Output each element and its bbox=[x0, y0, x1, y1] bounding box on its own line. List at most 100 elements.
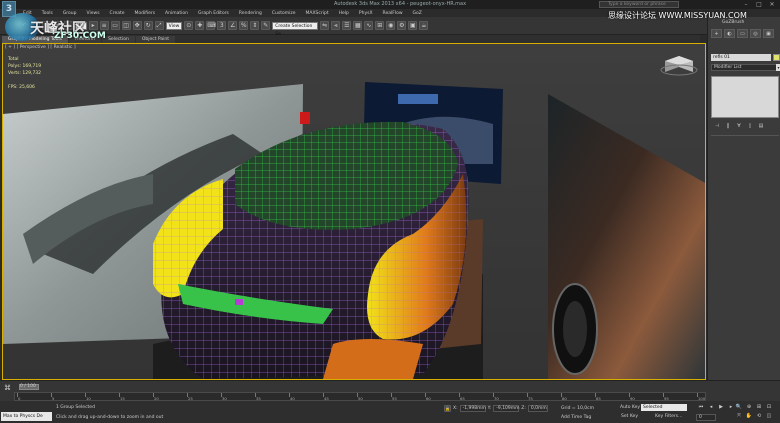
coordinate-display: 🔒 X: -1,998mm Y: -9,109mm Z: 0,0mm bbox=[444, 405, 548, 412]
rect-selection-icon[interactable]: ▭ bbox=[110, 21, 120, 30]
set-key-button[interactable]: Set Key bbox=[621, 414, 638, 419]
remove-modifier-icon[interactable]: ▯ bbox=[746, 123, 754, 130]
scene-render bbox=[3, 44, 705, 379]
reference-coord-dropdown[interactable]: View bbox=[165, 21, 183, 30]
menu-help[interactable]: Help bbox=[334, 11, 354, 16]
motion-tab-icon[interactable]: ◎ bbox=[750, 29, 761, 38]
pan-icon[interactable]: ✋ bbox=[745, 413, 753, 420]
play-icon[interactable]: ▶ bbox=[717, 404, 725, 411]
menu-views[interactable]: Views bbox=[82, 11, 105, 16]
menu-rendering[interactable]: Rendering bbox=[234, 11, 267, 16]
rotate-icon[interactable]: ↻ bbox=[143, 21, 153, 30]
keyboard-shortcut-icon[interactable]: ⌨ bbox=[206, 21, 216, 30]
zoom-icon[interactable]: 🔍 bbox=[735, 404, 743, 411]
schematic-view-icon[interactable]: ⊞ bbox=[375, 21, 385, 30]
track-bar[interactable]: 0 5 10 15 20 25 30 35 40 45 50 55 60 65 70 75 80 85 90 95 10… bbox=[14, 392, 706, 401]
next-frame-icon[interactable]: ▸ bbox=[727, 404, 735, 411]
field-of-view-icon[interactable]: ⤧ bbox=[735, 413, 743, 420]
menu-customize[interactable]: Customize bbox=[267, 11, 301, 16]
stats-total-label: Total bbox=[8, 57, 19, 62]
hierarchy-tab-icon[interactable]: ▭ bbox=[737, 29, 748, 38]
align-icon[interactable]: ⫷ bbox=[331, 21, 341, 30]
menu-maxscript[interactable]: MAXScript bbox=[301, 11, 334, 16]
modify-tab-icon[interactable]: ◐ bbox=[724, 29, 735, 38]
menu-realflow[interactable]: RealFlow bbox=[378, 11, 408, 16]
stats-verts-value: 129,732 bbox=[22, 71, 42, 76]
z-coordinate-field[interactable]: 0,0mm bbox=[527, 405, 548, 412]
pin-stack-icon[interactable]: ⊣ bbox=[713, 123, 721, 130]
angle-snap-icon[interactable]: ∠ bbox=[228, 21, 238, 30]
menu-group[interactable]: Group bbox=[58, 11, 82, 16]
grid-size: Grid = 10,0cm bbox=[561, 406, 594, 411]
curve-editor-icon[interactable]: ∿ bbox=[364, 21, 374, 30]
spinner-snap-icon[interactable]: ⇕ bbox=[250, 21, 260, 30]
object-name-field[interactable]: refls 01 bbox=[711, 54, 771, 61]
render-production-icon[interactable]: ☕ bbox=[419, 21, 429, 30]
stats-polys-value: 169,719 bbox=[22, 64, 42, 69]
tab-object-paint[interactable]: Object Paint bbox=[135, 35, 176, 43]
lock-selection-icon[interactable]: 🔒 bbox=[444, 405, 451, 412]
y-coordinate-field[interactable]: -9,109mm bbox=[493, 405, 520, 412]
menu-create[interactable]: Create bbox=[105, 11, 130, 16]
go-to-start-icon[interactable]: ⏮ bbox=[697, 404, 705, 411]
maxscript-listener-input[interactable]: Max to Physcs De bbox=[1, 412, 52, 421]
viewport-navigation: 🔍 ⊕ ⊞ ⊡ ⤧ ✋ ⟲ ◫ bbox=[735, 404, 779, 420]
current-frame-field[interactable]: 0 bbox=[696, 414, 716, 421]
menu-modifiers[interactable]: Modifiers bbox=[130, 11, 161, 16]
select-object-icon[interactable]: ▸ bbox=[88, 21, 98, 30]
graphite-toggle-icon[interactable]: ▦ bbox=[353, 21, 363, 30]
x-coordinate-field[interactable]: -1,998mm bbox=[459, 405, 486, 412]
maximize-viewport-icon[interactable]: ◫ bbox=[765, 413, 773, 420]
minimize-button[interactable]: – bbox=[740, 0, 752, 9]
zoom-extents-icon[interactable]: ⊞ bbox=[755, 404, 763, 411]
manipulate-icon[interactable]: ✚ bbox=[195, 21, 205, 30]
auto-key-button[interactable]: Auto Key bbox=[620, 405, 640, 410]
snap-toggle-icon[interactable]: 3 bbox=[217, 21, 227, 30]
viewport-label[interactable]: [ + ] [ Perspective ] [ Realistic ] bbox=[5, 45, 76, 50]
material-editor-icon[interactable]: ◉ bbox=[386, 21, 396, 30]
percent-snap-icon[interactable]: % bbox=[239, 21, 249, 30]
move-icon[interactable]: ✥ bbox=[132, 21, 142, 30]
show-end-result-icon[interactable]: ‖ bbox=[724, 123, 732, 130]
object-color-swatch[interactable] bbox=[773, 54, 780, 61]
add-time-tag-button[interactable]: Add Time Tag bbox=[561, 415, 591, 420]
perspective-viewport[interactable]: [ + ] [ Perspective ] [ Realistic ] Tota… bbox=[2, 43, 706, 380]
zoom-extents-all-icon[interactable]: ⊡ bbox=[765, 404, 773, 411]
stats-fps-value: 25,606 bbox=[19, 85, 35, 90]
tab-selection[interactable]: Selection bbox=[102, 35, 135, 43]
menu-tools[interactable]: Tools bbox=[37, 11, 58, 16]
stats-polys-label: Polys: bbox=[8, 64, 22, 69]
layer-manager-icon[interactable]: ☰ bbox=[342, 21, 352, 30]
zoom-all-icon[interactable]: ⊕ bbox=[745, 404, 753, 411]
menu-graph-editors[interactable]: Graph Editors bbox=[193, 11, 234, 16]
time-slider-label: 0 / 100 bbox=[20, 384, 36, 389]
modifier-list-dropdown[interactable]: Modifier List bbox=[711, 64, 777, 71]
configure-sets-icon[interactable]: ▤ bbox=[757, 123, 765, 130]
make-unique-icon[interactable]: ∀ bbox=[735, 123, 743, 130]
pivot-icon[interactable]: ⊙ bbox=[184, 21, 194, 30]
render-setup-icon[interactable]: ⚙ bbox=[397, 21, 407, 30]
key-selection-dropdown[interactable]: Selected bbox=[641, 404, 687, 411]
modifier-stack[interactable] bbox=[711, 76, 779, 118]
rendered-frame-window-icon[interactable]: ▣ bbox=[408, 21, 418, 30]
orbit-icon[interactable]: ⟲ bbox=[755, 413, 763, 420]
menu-goz[interactable]: GoZ bbox=[408, 11, 427, 16]
maximize-button[interactable]: □ bbox=[753, 0, 765, 9]
search-input[interactable]: Type a keyword or phrase bbox=[599, 1, 679, 8]
create-tab-icon[interactable]: + bbox=[711, 29, 722, 38]
viewport-statistics: Total Polys: 169,719 Verts: 129,732 FPS:… bbox=[8, 56, 41, 91]
previous-frame-icon[interactable]: ◂ bbox=[707, 404, 715, 411]
select-by-name-icon[interactable]: ≡ bbox=[99, 21, 109, 30]
scale-icon[interactable]: ⤢ bbox=[154, 21, 164, 30]
key-filters-button[interactable]: Key Filters... bbox=[655, 414, 682, 419]
mirror-icon[interactable]: ⇋ bbox=[320, 21, 330, 30]
edit-named-selection-icon[interactable]: ✎ bbox=[261, 21, 271, 30]
display-tab-icon[interactable]: ▣ bbox=[763, 29, 774, 38]
mini-curve-editor-icon[interactable]: ⌘ bbox=[3, 384, 12, 393]
menu-animation[interactable]: Animation bbox=[160, 11, 193, 16]
chevron-down-icon[interactable]: ▾ bbox=[776, 64, 780, 71]
window-crossing-icon[interactable]: ◫ bbox=[121, 21, 131, 30]
named-selection-dropdown[interactable]: Create Selection Se bbox=[272, 21, 319, 37]
menu-physx[interactable]: PhysX bbox=[354, 11, 378, 16]
close-button[interactable]: ✕ bbox=[766, 0, 778, 9]
